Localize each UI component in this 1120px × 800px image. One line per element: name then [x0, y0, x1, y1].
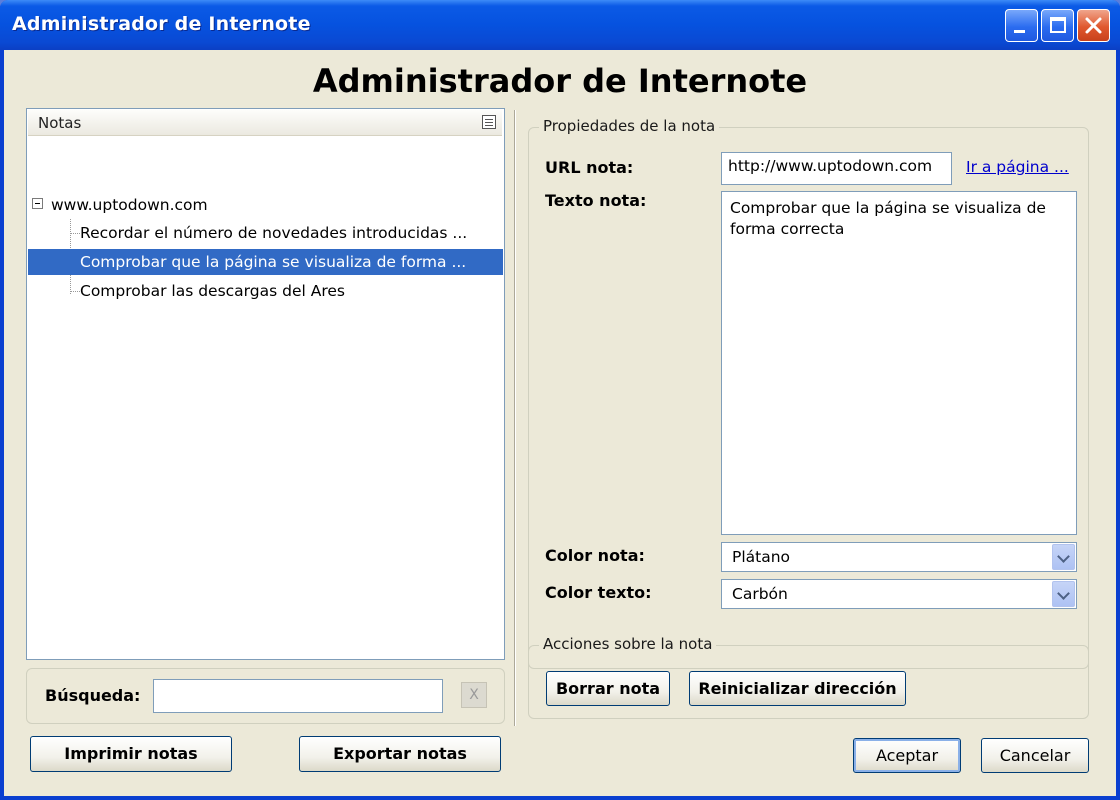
note-properties-title: Propiedades de la nota [539, 117, 720, 135]
search-label: Búsqueda: [45, 686, 141, 705]
note-actions-title: Acciones sobre la nota [539, 635, 717, 653]
notes-tree[interactable]: Notas www.uptodown.com Recordar el númer… [26, 108, 505, 660]
dropdown-arrow-icon[interactable] [1052, 544, 1075, 570]
search-input[interactable] [153, 679, 443, 713]
text-color-value: Carbón [732, 585, 788, 603]
column-chooser-icon[interactable] [482, 115, 496, 129]
tree-root-node[interactable]: www.uptodown.com [51, 192, 208, 218]
panel-divider[interactable] [514, 110, 516, 726]
tree-line [70, 233, 80, 234]
minimize-button[interactable] [1005, 9, 1038, 42]
close-button[interactable] [1077, 9, 1110, 42]
minimize-icon [1014, 30, 1025, 33]
collapse-icon[interactable] [32, 198, 43, 209]
text-color-select[interactable]: Carbón [721, 579, 1077, 609]
note-text-area[interactable]: Comprobar que la página se visualiza de … [721, 191, 1077, 535]
close-icon [1085, 17, 1102, 34]
note-color-label: Color nota: [545, 546, 645, 565]
delete-note-button[interactable]: Borrar nota [546, 671, 670, 706]
note-color-select[interactable]: Plátano [721, 542, 1077, 572]
title-bar[interactable]: Administrador de Internote [0, 0, 1120, 50]
tree-note-item[interactable]: Comprobar las descargas del Ares [80, 278, 345, 304]
dropdown-arrow-icon[interactable] [1052, 581, 1075, 607]
export-notes-button[interactable]: Exportar notas [299, 736, 501, 772]
url-input[interactable]: http://www.uptodown.com [721, 152, 952, 185]
note-actions-group: Acciones sobre la nota Borrar nota Reini… [528, 635, 1089, 719]
tree-note-item-selected[interactable]: Comprobar que la página se visualiza de … [28, 249, 503, 275]
maximize-icon [1050, 17, 1066, 33]
page-title: Administrador de Internote [312, 62, 808, 100]
reset-address-button[interactable]: Reinicializar dirección [689, 671, 906, 706]
print-notes-button[interactable]: Imprimir notas [30, 736, 232, 772]
cancel-button[interactable]: Cancelar [981, 738, 1089, 773]
clear-search-button[interactable]: X [461, 682, 487, 708]
tree-note-item[interactable]: Recordar el número de novedades introduc… [80, 220, 471, 246]
notes-column-header[interactable]: Notas [28, 110, 502, 136]
go-to-page-link[interactable]: Ir a página ... [966, 158, 1069, 176]
note-properties-group: Propiedades de la nota URL nota: http://… [528, 117, 1089, 669]
note-color-value: Plátano [732, 548, 791, 566]
accept-button[interactable]: Aceptar [853, 738, 961, 773]
text-color-label: Color texto: [545, 583, 652, 602]
maximize-button[interactable] [1041, 9, 1074, 42]
window-title: Administrador de Internote [12, 13, 311, 35]
dialog-body: Administrador de Internote Notas www.upt… [4, 50, 1116, 796]
app-window: Administrador de Internote Administrador… [0, 0, 1120, 800]
text-label: Texto nota: [545, 191, 647, 210]
tree-line [70, 291, 80, 292]
notes-column-label: Notas [38, 114, 82, 132]
search-group: Búsqueda: X [26, 668, 505, 724]
url-label: URL nota: [545, 158, 634, 177]
